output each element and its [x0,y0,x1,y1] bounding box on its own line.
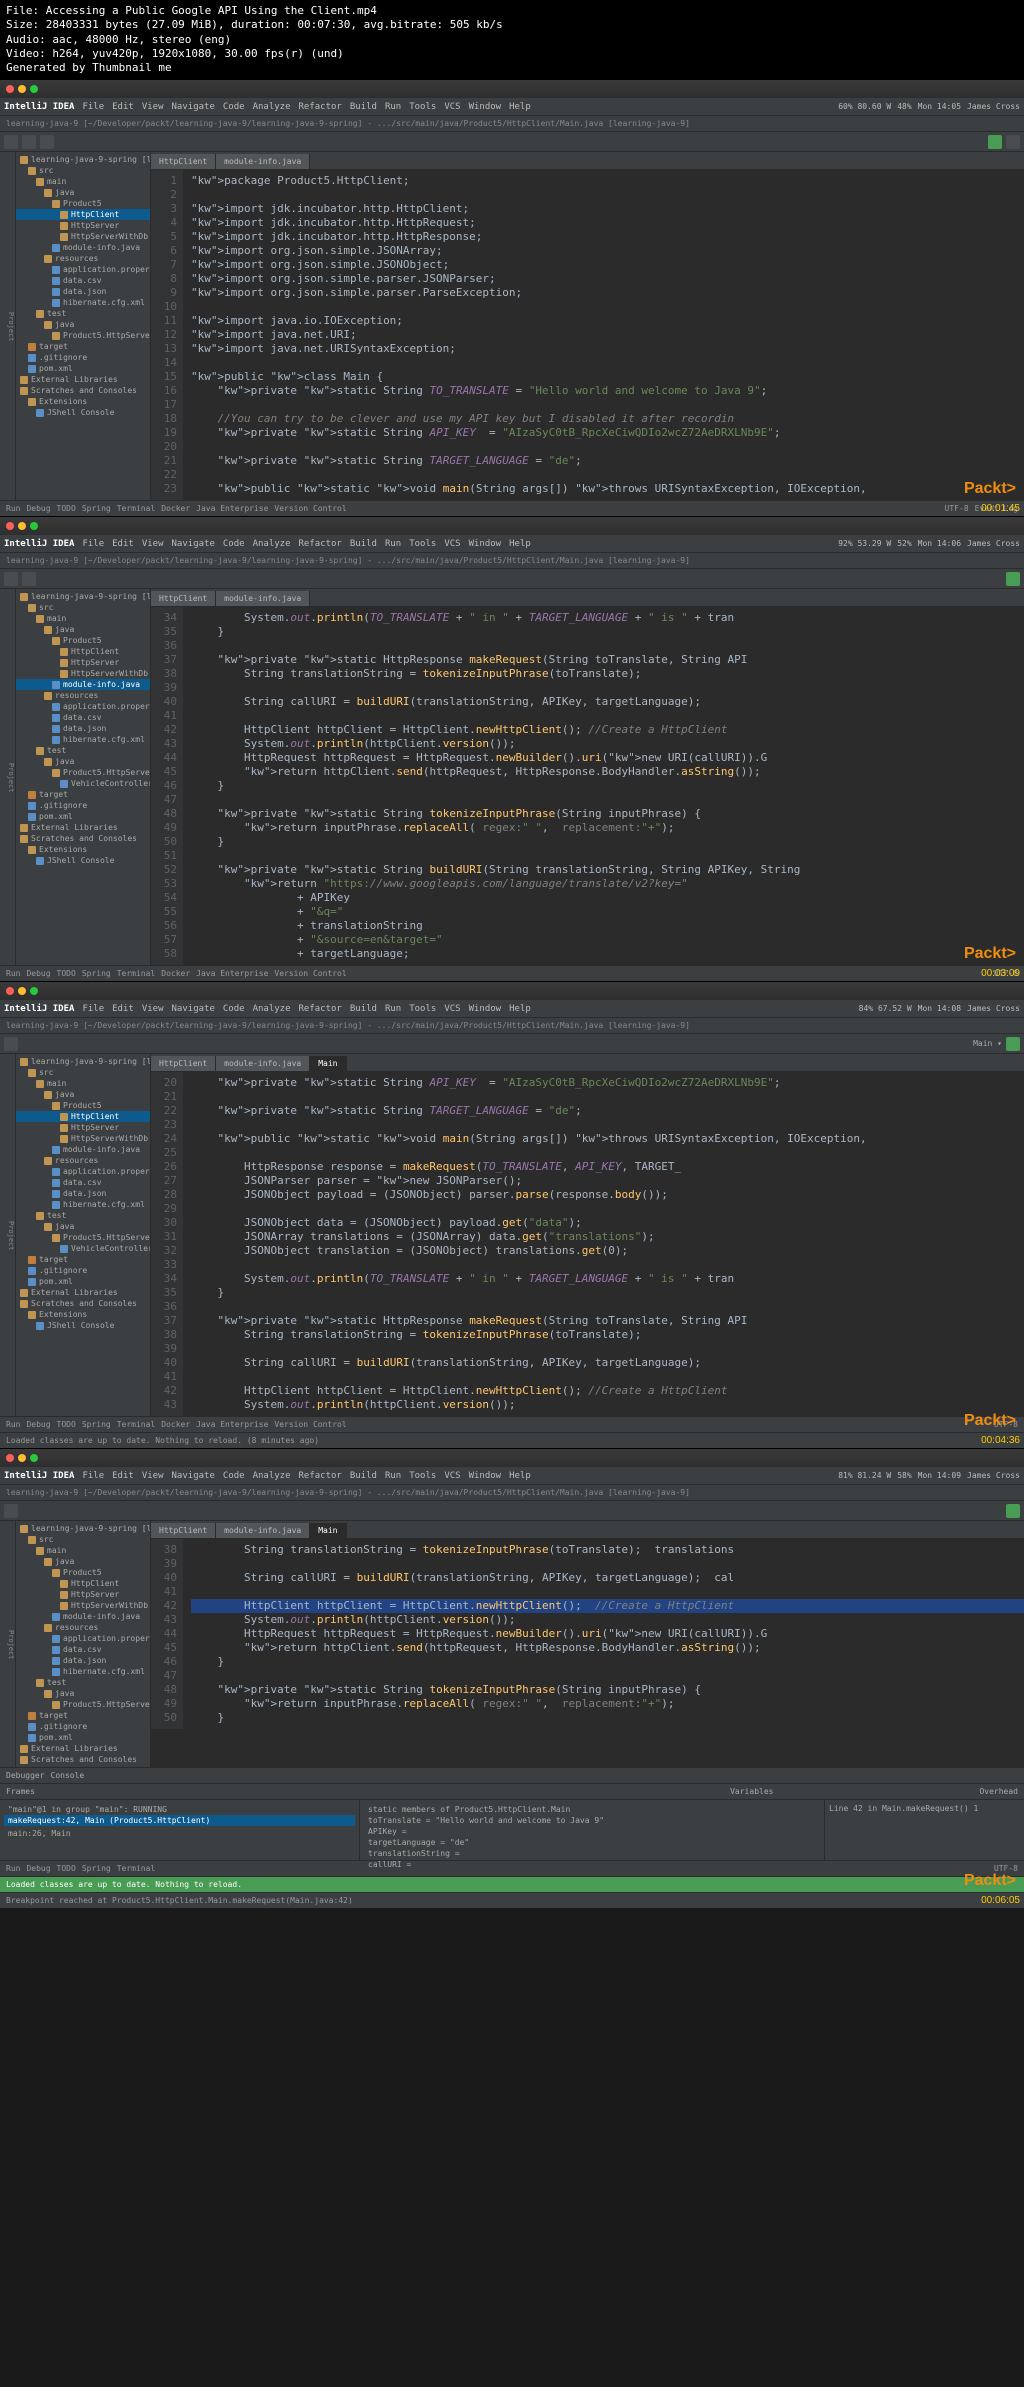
maximize-window-icon[interactable] [30,85,38,93]
toolbar [0,132,1024,152]
menu-vcs[interactable]: VCS [444,102,460,112]
clock: Mon 14:05 [918,102,961,111]
project-sidebar[interactable]: learning-java-9-spring [learning-java-9]… [16,152,151,500]
redo-icon[interactable] [40,135,54,149]
status-run[interactable]: Run [6,504,20,513]
macos-titlebar [0,80,1024,98]
menubar: IntelliJ IDEA File Edit View Navigate Co… [0,98,1024,116]
menu-tools[interactable]: Tools [409,102,436,112]
left-tool-gutter[interactable]: Project [0,152,16,500]
stack-frame[interactable]: makeRequest:42, Main (Product5.HttpClien… [4,1815,355,1826]
menu-refactor[interactable]: Refactor [299,102,342,112]
tab-module-info[interactable]: module-info.java [216,154,310,169]
debug-icon[interactable] [1006,135,1020,149]
sidebar-item[interactable]: application.properties [16,264,150,275]
sidebar-item[interactable]: HttpServer [16,220,150,231]
sidebar-item[interactable]: resources [16,253,150,264]
run-config[interactable]: Main ▾ [973,1039,1002,1048]
project-sidebar[interactable]: learning-java-9-spring [learning-java-9]… [16,1054,151,1416]
menu-window[interactable]: Window [469,102,502,112]
sidebar-item[interactable]: src [16,165,150,176]
code-editor[interactable]: 3435363738394041424344454647484950515253… [151,607,1024,965]
overhead-label: Overhead [979,1787,1018,1796]
menu-edit[interactable]: Edit [112,102,134,112]
screenshot-4: IntelliJ IDEA FileEditViewNavigateCodeAn… [0,1448,1024,1908]
file-metadata: File: Accessing a Public Google API Usin… [0,0,1024,79]
menu-help[interactable]: Help [509,102,531,112]
menu-run[interactable]: Run [385,102,401,112]
menu-analyze[interactable]: Analyze [253,102,291,112]
status-terminal[interactable]: Terminal [117,504,156,513]
run-icon[interactable] [988,135,1002,149]
sidebar-item[interactable]: Scratches and Consoles [16,385,150,396]
sidebar-item[interactable]: External Libraries [16,374,150,385]
code-editor[interactable]: 2021222324252627282930313233343536373839… [151,1072,1024,1416]
code-editor[interactable]: 1234567891011121314151617181920212223 "k… [151,170,1024,500]
sidebar-item[interactable]: pom.xml [16,363,150,374]
status-docker[interactable]: Docker [161,504,190,513]
menu-navigate[interactable]: Navigate [172,102,215,112]
sidebar-item[interactable]: data.json [16,286,150,297]
status-todo[interactable]: TODO [57,504,76,513]
packt-logo: Packt> [964,480,1016,498]
status-spring[interactable]: Spring [82,504,111,513]
sidebar-item[interactable]: test [16,308,150,319]
code-editor[interactable]: 38394041424344454647484950 String transl… [151,1539,1024,1729]
video-timestamp: 00:01:45 [981,503,1020,514]
minimize-window-icon[interactable] [18,85,26,93]
project-sidebar[interactable]: learning-java-9-spring [learning-java-9]… [16,589,151,965]
wifi-status: 60% 80.60 W [838,102,891,111]
sidebar-root[interactable]: learning-java-9-spring [learning-java-9] [16,154,150,165]
screenshot-3: IntelliJ IDEA FileEditViewNavigateCodeAn… [0,981,1024,1448]
status-vcs[interactable]: Version Control [274,504,346,513]
screenshot-2: IntelliJ IDEA FileEditViewNavigateCodeAn… [0,516,1024,981]
breadcrumb[interactable]: learning-java-9 [~/Developer/packt/learn… [0,116,1024,132]
tab-httpclient[interactable]: HttpClient [151,154,216,169]
debug-panel[interactable]: DebuggerConsole FramesVariablesOverhead … [0,1767,1024,1860]
sidebar-item-httpclient[interactable]: HttpClient [16,209,150,220]
status-message: Loaded classes are up to date. Nothing t… [6,1436,319,1445]
sidebar-item[interactable]: target [16,341,150,352]
menu-code[interactable]: Code [223,102,245,112]
sidebar-item[interactable]: java [16,319,150,330]
variables-panel[interactable]: static members of Product5.HttpClient.Ma… [360,1800,824,1860]
thread-name[interactable]: "main"@1 in group "main": RUNNING [4,1804,355,1815]
battery-status: 48% [897,102,911,111]
sidebar-item[interactable]: Product5.HttpServer.Controllers [16,330,150,341]
sidebar-item[interactable]: data.csv [16,275,150,286]
sidebar-item[interactable]: Product5 [16,198,150,209]
stack-frame[interactable]: main:26, Main [4,1828,355,1839]
sidebar-item[interactable]: .gitignore [16,352,150,363]
status-javaee[interactable]: Java Enterprise [196,504,268,513]
screenshot-1: IntelliJ IDEA File Edit View Navigate Co… [0,79,1024,516]
user-name: James Cross [967,102,1020,111]
sidebar-item[interactable]: HttpServerWithDb [16,231,150,242]
sidebar-item[interactable]: java [16,187,150,198]
frames-label: Frames [6,1787,35,1796]
statusbar: Run Debug TODO Spring Terminal Docker Ja… [0,500,1024,516]
sidebar-item[interactable]: main [16,176,150,187]
menu-build[interactable]: Build [350,102,377,112]
line-gutter: 1234567891011121314151617181920212223 [151,170,183,500]
editor-tabs: HttpClient module-info.java [151,152,1024,170]
menu-view[interactable]: View [142,102,164,112]
project-sidebar[interactable]: learning-java-9-spring [learning-java-9]… [16,1521,151,1767]
close-window-icon[interactable] [6,85,14,93]
variables-label: Variables [730,1787,773,1796]
sidebar-item[interactable]: JShell Console [16,407,150,418]
frames-panel[interactable]: "main"@1 in group "main": RUNNING makeRe… [0,1800,360,1860]
sidebar-item[interactable]: module-info.java [16,242,150,253]
status-debug[interactable]: Debug [26,504,50,513]
code-lines[interactable]: "kw">package Product5.HttpClient;"kw">im… [183,170,1024,500]
undo-icon[interactable] [22,135,36,149]
debug-tab-debugger[interactable]: Debugger [6,1771,45,1780]
save-icon[interactable] [4,135,18,149]
sidebar-item[interactable]: Extensions [16,396,150,407]
app-name: IntelliJ IDEA [4,102,74,112]
overhead-panel: Line 42 in Main.makeRequest() 1 [824,1800,1024,1860]
sidebar-item[interactable]: hibernate.cfg.xml [16,297,150,308]
debug-tab-console[interactable]: Console [51,1771,85,1780]
menu-file[interactable]: File [82,102,104,112]
